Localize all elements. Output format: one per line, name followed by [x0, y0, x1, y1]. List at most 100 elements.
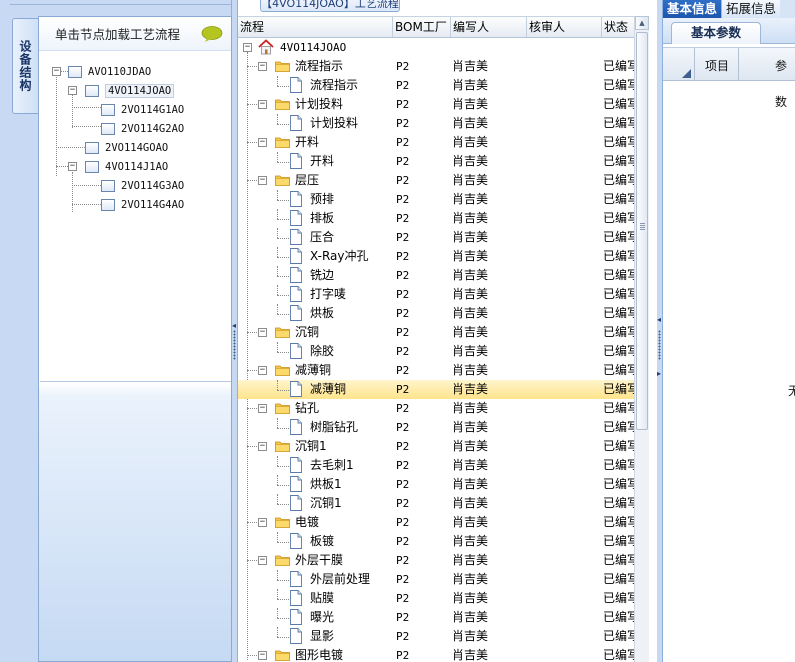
process-row[interactable]: 打字唛 P2 肖吉美 已编写	[238, 285, 634, 304]
col-flow[interactable]: 流程	[238, 17, 393, 37]
col-reviewer[interactable]: 核审人	[527, 17, 602, 37]
col-bom[interactable]: BOM工厂	[393, 17, 451, 37]
tab-device-structure[interactable]: 设备结构	[12, 18, 38, 114]
col-param[interactable]: 参数	[775, 48, 795, 109]
process-row[interactable]: 铣边 P2 肖吉美 已编写	[238, 266, 634, 285]
process-row[interactable]: − 开料 P2 肖吉美 已编写	[238, 133, 634, 152]
process-row[interactable]: − 沉铜1 P2 肖吉美 已编写	[238, 437, 634, 456]
tree-connector	[277, 152, 278, 162]
bom-cell: P2	[396, 345, 410, 358]
bom-cell: P2	[396, 117, 410, 130]
process-row[interactable]: 开料 P2 肖吉美 已编写	[238, 152, 634, 171]
tree-connector	[277, 599, 289, 600]
process-row[interactable]: − 外层干膜 P2 肖吉美 已编写	[238, 551, 634, 570]
status-cell: 已编写	[603, 154, 634, 168]
tree-collapse-toggle[interactable]: −	[258, 138, 267, 147]
status-cell: 已编写	[603, 382, 634, 396]
folder-icon	[275, 402, 290, 414]
process-row[interactable]: 烘板1 P2 肖吉美 已编写	[238, 475, 634, 494]
collapse-left-icon[interactable]: ◂	[232, 322, 236, 330]
device-tree-node[interactable]: 2VO114G1AO	[101, 101, 184, 119]
process-row[interactable]: 压合 P2 肖吉美 已编写	[238, 228, 634, 247]
author-cell: 肖吉美	[452, 458, 489, 472]
process-step-label: 显影	[310, 629, 335, 643]
process-row[interactable]: − 钻孔 P2 肖吉美 已编写	[238, 399, 634, 418]
splitter-grip[interactable]	[233, 330, 236, 360]
tree-connector	[56, 68, 57, 176]
tree-collapse-toggle[interactable]: −	[258, 176, 267, 185]
tree-collapse-toggle[interactable]: −	[68, 86, 77, 95]
collapse-right-icon[interactable]: ◂	[657, 316, 661, 324]
tree-connector	[277, 190, 278, 200]
process-row[interactable]: 沉铜1 P2 肖吉美 已编写	[238, 494, 634, 513]
process-row[interactable]: − 减薄铜 P2 肖吉美 已编写	[238, 361, 634, 380]
scroll-thumb[interactable]	[636, 32, 648, 430]
status-cell: 已编写	[603, 268, 634, 282]
process-row[interactable]: 流程指示 P2 肖吉美 已编写	[238, 76, 634, 95]
empty-message: 无	[788, 382, 795, 399]
process-row[interactable]: 贴膜 P2 肖吉美 已编写	[238, 589, 634, 608]
tree-collapse-toggle[interactable]: −	[68, 162, 77, 171]
tree-collapse-toggle[interactable]: −	[258, 366, 267, 375]
status-cell: 已编写	[603, 230, 634, 244]
tree-collapse-toggle[interactable]: −	[258, 328, 267, 337]
tab-extended-info[interactable]: 拓展信息	[721, 0, 781, 18]
process-row[interactable]: X-Ray冲孔 P2 肖吉美 已编写	[238, 247, 634, 266]
process-row[interactable]: 曝光 P2 肖吉美 已编写	[238, 608, 634, 627]
tree-collapse-toggle[interactable]: −	[258, 404, 267, 413]
vertical-scrollbar[interactable]: ▲	[634, 16, 649, 662]
tree-collapse-toggle[interactable]: −	[258, 518, 267, 527]
tree-collapse-toggle[interactable]: −	[258, 651, 267, 660]
device-tree-node[interactable]: 2VO114G3AO	[101, 177, 184, 195]
status-cell: 已编写	[603, 192, 634, 206]
tree-collapse-toggle[interactable]: −	[258, 100, 267, 109]
device-tree-node[interactable]: AVO110JDAO	[68, 63, 151, 81]
tab-basic-params[interactable]: 基本参数	[671, 22, 761, 44]
process-row[interactable]: 烘板 P2 肖吉美 已编写	[238, 304, 634, 323]
process-row[interactable]: 预排 P2 肖吉美 已编写	[238, 190, 634, 209]
device-tree-node[interactable]: 4VO114JOAO	[85, 82, 175, 100]
process-step-label: 预排	[310, 192, 335, 206]
process-row[interactable]: 计划投料 P2 肖吉美 已编写	[238, 114, 634, 133]
author-cell: 肖吉美	[452, 610, 489, 624]
process-row[interactable]: 去毛刺1 P2 肖吉美 已编写	[238, 456, 634, 475]
tree-root-row[interactable]: − 4VO114JOAO	[238, 38, 634, 57]
node-box-icon	[85, 142, 99, 154]
process-row[interactable]: 板镀 P2 肖吉美 已编写	[238, 532, 634, 551]
tab-basic-info[interactable]: 基本信息	[663, 0, 722, 18]
process-row[interactable]: − 流程指示 P2 肖吉美 已编写	[238, 57, 634, 76]
tree-collapse-toggle[interactable]: −	[258, 62, 267, 71]
tree-collapse-toggle[interactable]: −	[52, 67, 61, 76]
folder-icon	[275, 440, 290, 452]
process-row[interactable]: 外层前处理 P2 肖吉美 已编写	[238, 570, 634, 589]
tree-collapse-toggle[interactable]: −	[243, 43, 252, 52]
col-item[interactable]: 项目	[705, 48, 729, 81]
process-row[interactable]: − 图形电镀 P2 肖吉美 已编写	[238, 646, 634, 662]
expand-right-icon[interactable]: ▸	[657, 370, 661, 378]
tree-collapse-toggle[interactable]: −	[258, 442, 267, 451]
author-cell: 肖吉美	[452, 306, 489, 320]
tab-device-structure-label: 设备结构	[18, 40, 32, 92]
process-row[interactable]: − 计划投料 P2 肖吉美 已编写	[238, 95, 634, 114]
col-author[interactable]: 编写人	[451, 17, 527, 37]
tree-collapse-toggle[interactable]: −	[258, 556, 267, 565]
author-cell: 肖吉美	[452, 382, 489, 396]
process-row[interactable]: 除胶 P2 肖吉美 已编写	[238, 342, 634, 361]
scroll-up-button[interactable]: ▲	[635, 16, 649, 30]
device-tree-node[interactable]: 2VO114G4AO	[101, 196, 184, 214]
process-row[interactable]: 排板 P2 肖吉美 已编写	[238, 209, 634, 228]
process-step-label: 钻孔	[295, 401, 320, 415]
process-row[interactable]: − 电镀 P2 肖吉美 已编写	[238, 513, 634, 532]
splitter-grip[interactable]	[658, 330, 661, 360]
process-row[interactable]: − 层压 P2 肖吉美 已编写	[238, 171, 634, 190]
process-row[interactable]: 显影 P2 肖吉美 已编写	[238, 627, 634, 646]
process-row[interactable]: 减薄铜 P2 肖吉美 已编写	[238, 380, 634, 399]
device-tree-node[interactable]: 4VO114J1AO	[85, 158, 168, 176]
grid-corner[interactable]	[663, 48, 695, 81]
process-row[interactable]: 树脂钻孔 P2 肖吉美 已编写	[238, 418, 634, 437]
device-tree-node[interactable]: 2VO114G2AO	[101, 120, 184, 138]
col-status[interactable]: 状态	[602, 17, 634, 37]
process-row[interactable]: − 沉铜 P2 肖吉美 已编写	[238, 323, 634, 342]
status-cell: 已编写	[603, 173, 634, 187]
device-tree-node[interactable]: 2VO114GOAO	[85, 139, 168, 157]
